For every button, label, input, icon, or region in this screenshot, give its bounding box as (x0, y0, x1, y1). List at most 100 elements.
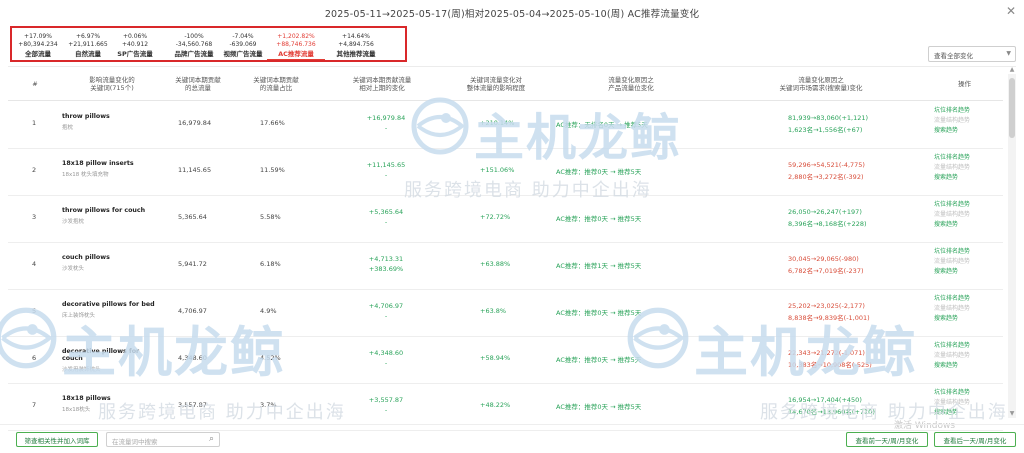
row-keyword[interactable]: 18x18 pillows 18x18枕头 (62, 395, 162, 413)
rank-trend-link[interactable]: 坑位排名趋势 (934, 294, 970, 304)
row-traffic-change: +3,557.87 - (366, 396, 406, 414)
traffic-structure-link[interactable]: 流量结构趋势 (934, 398, 970, 408)
traffic-structure-link[interactable]: 流量结构趋势 (934, 351, 970, 361)
scroll-thumb[interactable] (1009, 78, 1015, 138)
tab-pct: +6.97% (75, 33, 101, 40)
keyword-en[interactable]: couch pillows (62, 254, 162, 261)
row-traffic-share: 4.52% (260, 354, 281, 362)
change-pct: - (384, 124, 388, 132)
tab-pct: +0.06% (122, 33, 148, 40)
change-pct: - (384, 359, 388, 367)
row-impact: +63.88% (480, 260, 511, 268)
table-row: 1 throw pillows 抱枕 16,979.84 17.66% +16,… (8, 101, 1003, 149)
tab-abs: +40.912 (121, 41, 149, 48)
rank-trend-link[interactable]: 坑位排名趋势 (934, 106, 970, 116)
col-header-change[interactable]: 关键词本期贡献流量 相对上期的变化 (318, 68, 446, 100)
scroll-down-icon[interactable]: ▼ (1008, 410, 1016, 417)
row-total-traffic: 4,706.97 (178, 307, 207, 315)
tab-pct: -7.04% (232, 33, 254, 40)
tab-sp-ad-traffic[interactable]: +0.06% +40.912 SP广告流量 (112, 33, 158, 58)
keyword-en[interactable]: 18x18 pillow inserts (62, 160, 162, 167)
keyword-cn: 18x18枕头 (62, 407, 91, 413)
keyword-search-input[interactable]: 在流量词中搜索 ⌕ (106, 432, 220, 447)
row-keyword[interactable]: 18x18 pillow inserts 18x18 枕头填充物 (62, 160, 162, 178)
row-keyword[interactable]: decorative pillows for couch 沙发用装饰枕头 (62, 348, 162, 373)
prev-period-button[interactable]: 查看前一天/周/月变化 (846, 432, 928, 447)
row-impact: +63.8% (480, 307, 507, 315)
tab-label: 自然流量 (75, 50, 101, 58)
keyword-cn: 18x18 枕头填充物 (62, 172, 109, 178)
col-header-index: # (32, 80, 38, 88)
row-actions: 坑位排名趋势 流量结构趋势 搜索趋势 (934, 388, 970, 418)
row-total-traffic: 3,557.87 (178, 401, 207, 409)
traffic-structure-link[interactable]: 流量结构趋势 (934, 304, 970, 314)
keyword-en[interactable]: throw pillows (62, 113, 162, 120)
row-traffic-change: +4,706.97 - (366, 302, 406, 320)
close-icon[interactable]: ✕ (1006, 4, 1016, 18)
tab-abs: -639.069 (229, 41, 257, 48)
row-total-traffic: 16,979.84 (178, 119, 212, 127)
row-traffic-change: +4,348.60 - (366, 349, 406, 367)
tab-brand-ad-traffic[interactable]: -100% -34,560.768 品牌广告流量 (165, 33, 223, 58)
tab-label: 品牌广告流量 (174, 50, 214, 58)
search-trend-link[interactable]: 搜索趋势 (934, 126, 970, 136)
change-abs: +4,706.97 (368, 302, 404, 310)
search-icon[interactable]: ⌕ (209, 434, 214, 444)
keyword-en[interactable]: decorative pillows for couch (62, 348, 162, 362)
scroll-up-icon[interactable]: ▲ (1008, 66, 1016, 73)
rank-trend-link[interactable]: 坑位排名趋势 (934, 388, 970, 398)
demand-volume: 25,202→23,025(-2,177) (788, 302, 865, 310)
row-traffic-share: 11.59% (260, 166, 285, 174)
view-change-select[interactable]: 查看全部变化 ▼ (928, 46, 1016, 62)
tab-other-recommend-traffic[interactable]: +14.64% +4,894.756 其他推荐流量 (324, 33, 388, 58)
scrollbar[interactable] (1008, 74, 1016, 418)
col-header-impact[interactable]: 关键词流量变化对 整体流量的影响程度 (446, 68, 546, 100)
search-trend-link[interactable]: 搜索趋势 (934, 361, 970, 371)
tab-ac-recommend-traffic[interactable]: +1,202.82% +88,746.736 AC推荐流量 (267, 33, 325, 60)
traffic-structure-link[interactable]: 流量结构趋势 (934, 257, 970, 267)
keyword-en[interactable]: 18x18 pillows (62, 395, 162, 402)
rank-trend-link[interactable]: 坑位排名趋势 (934, 153, 970, 163)
demand-rank: 2,880名→3,272名(-392) (788, 173, 864, 181)
col-header-actions: 操作 (958, 80, 971, 88)
row-keyword[interactable]: couch pillows 沙发枕头 (62, 254, 162, 272)
change-pct: - (384, 171, 388, 179)
traffic-structure-link[interactable]: 流量结构趋势 (934, 163, 970, 173)
traffic-structure-link[interactable]: 流量结构趋势 (934, 210, 970, 220)
rank-trend-link[interactable]: 坑位排名趋势 (934, 247, 970, 257)
traffic-structure-link[interactable]: 流量结构趋势 (934, 116, 970, 126)
row-keyword[interactable]: throw pillows 抱枕 (62, 113, 162, 131)
next-period-button[interactable]: 查看后一天/周/月变化 (934, 432, 1016, 447)
tab-natural-traffic[interactable]: +6.97% +21,911.665 自然流量 (65, 33, 111, 58)
change-abs: +4,348.60 (368, 349, 404, 357)
search-trend-link[interactable]: 搜索趋势 (934, 408, 970, 418)
change-pct: +383.69% (368, 265, 404, 273)
demand-rank: 8,838名→9,839名(-1,001) (788, 314, 870, 322)
rank-trend-link[interactable]: 坑位排名趋势 (934, 200, 970, 210)
rank-trend-link[interactable]: 坑位排名趋势 (934, 341, 970, 351)
keyword-en[interactable]: throw pillows for couch (62, 207, 162, 214)
search-trend-link[interactable]: 搜索趋势 (934, 314, 970, 324)
row-position-change: AC推荐：推荐0天 → 推荐5天 (556, 403, 642, 411)
table-row: 6 decorative pillows for couch 沙发用装饰枕头 4… (8, 336, 1003, 384)
row-impact: +58.94% (480, 354, 511, 362)
search-trend-link[interactable]: 搜索趋势 (934, 267, 970, 277)
tab-pct: +14.64% (342, 33, 370, 40)
row-total-traffic: 5,365.64 (178, 213, 207, 221)
search-trend-link[interactable]: 搜索趋势 (934, 173, 970, 183)
change-abs: +11,145.65 (366, 161, 406, 169)
table-row: 5 decorative pillows for bed 床上装饰枕头 4,70… (8, 289, 1003, 337)
tab-all-traffic[interactable]: +17.09% +80,394.234 全部流量 (15, 33, 61, 58)
col-header-share[interactable]: 关键词本期贡献 的流量占比 (234, 68, 318, 100)
tab-label: 视频广告流量 (223, 50, 263, 58)
col-header-total[interactable]: 关键词本期贡献 的总流量 (162, 68, 234, 100)
row-keyword[interactable]: throw pillows for couch 沙发抱枕 (62, 207, 162, 225)
filter-add-to-library-button[interactable]: 筛查相关性并加入词库 (16, 432, 98, 447)
row-actions: 坑位排名趋势 流量结构趋势 搜索趋势 (934, 341, 970, 371)
keyword-en[interactable]: decorative pillows for bed (62, 301, 162, 308)
row-position-change: AC推荐：推荐0天 → 推荐5天 (556, 356, 642, 364)
search-trend-link[interactable]: 搜索趋势 (934, 220, 970, 230)
tab-video-ad-traffic[interactable]: -7.04% -639.069 视频广告流量 (219, 33, 267, 58)
row-keyword[interactable]: decorative pillows for bed 床上装饰枕头 (62, 301, 162, 319)
demand-rank: 8,396名→8,168名(+228) (788, 220, 867, 228)
